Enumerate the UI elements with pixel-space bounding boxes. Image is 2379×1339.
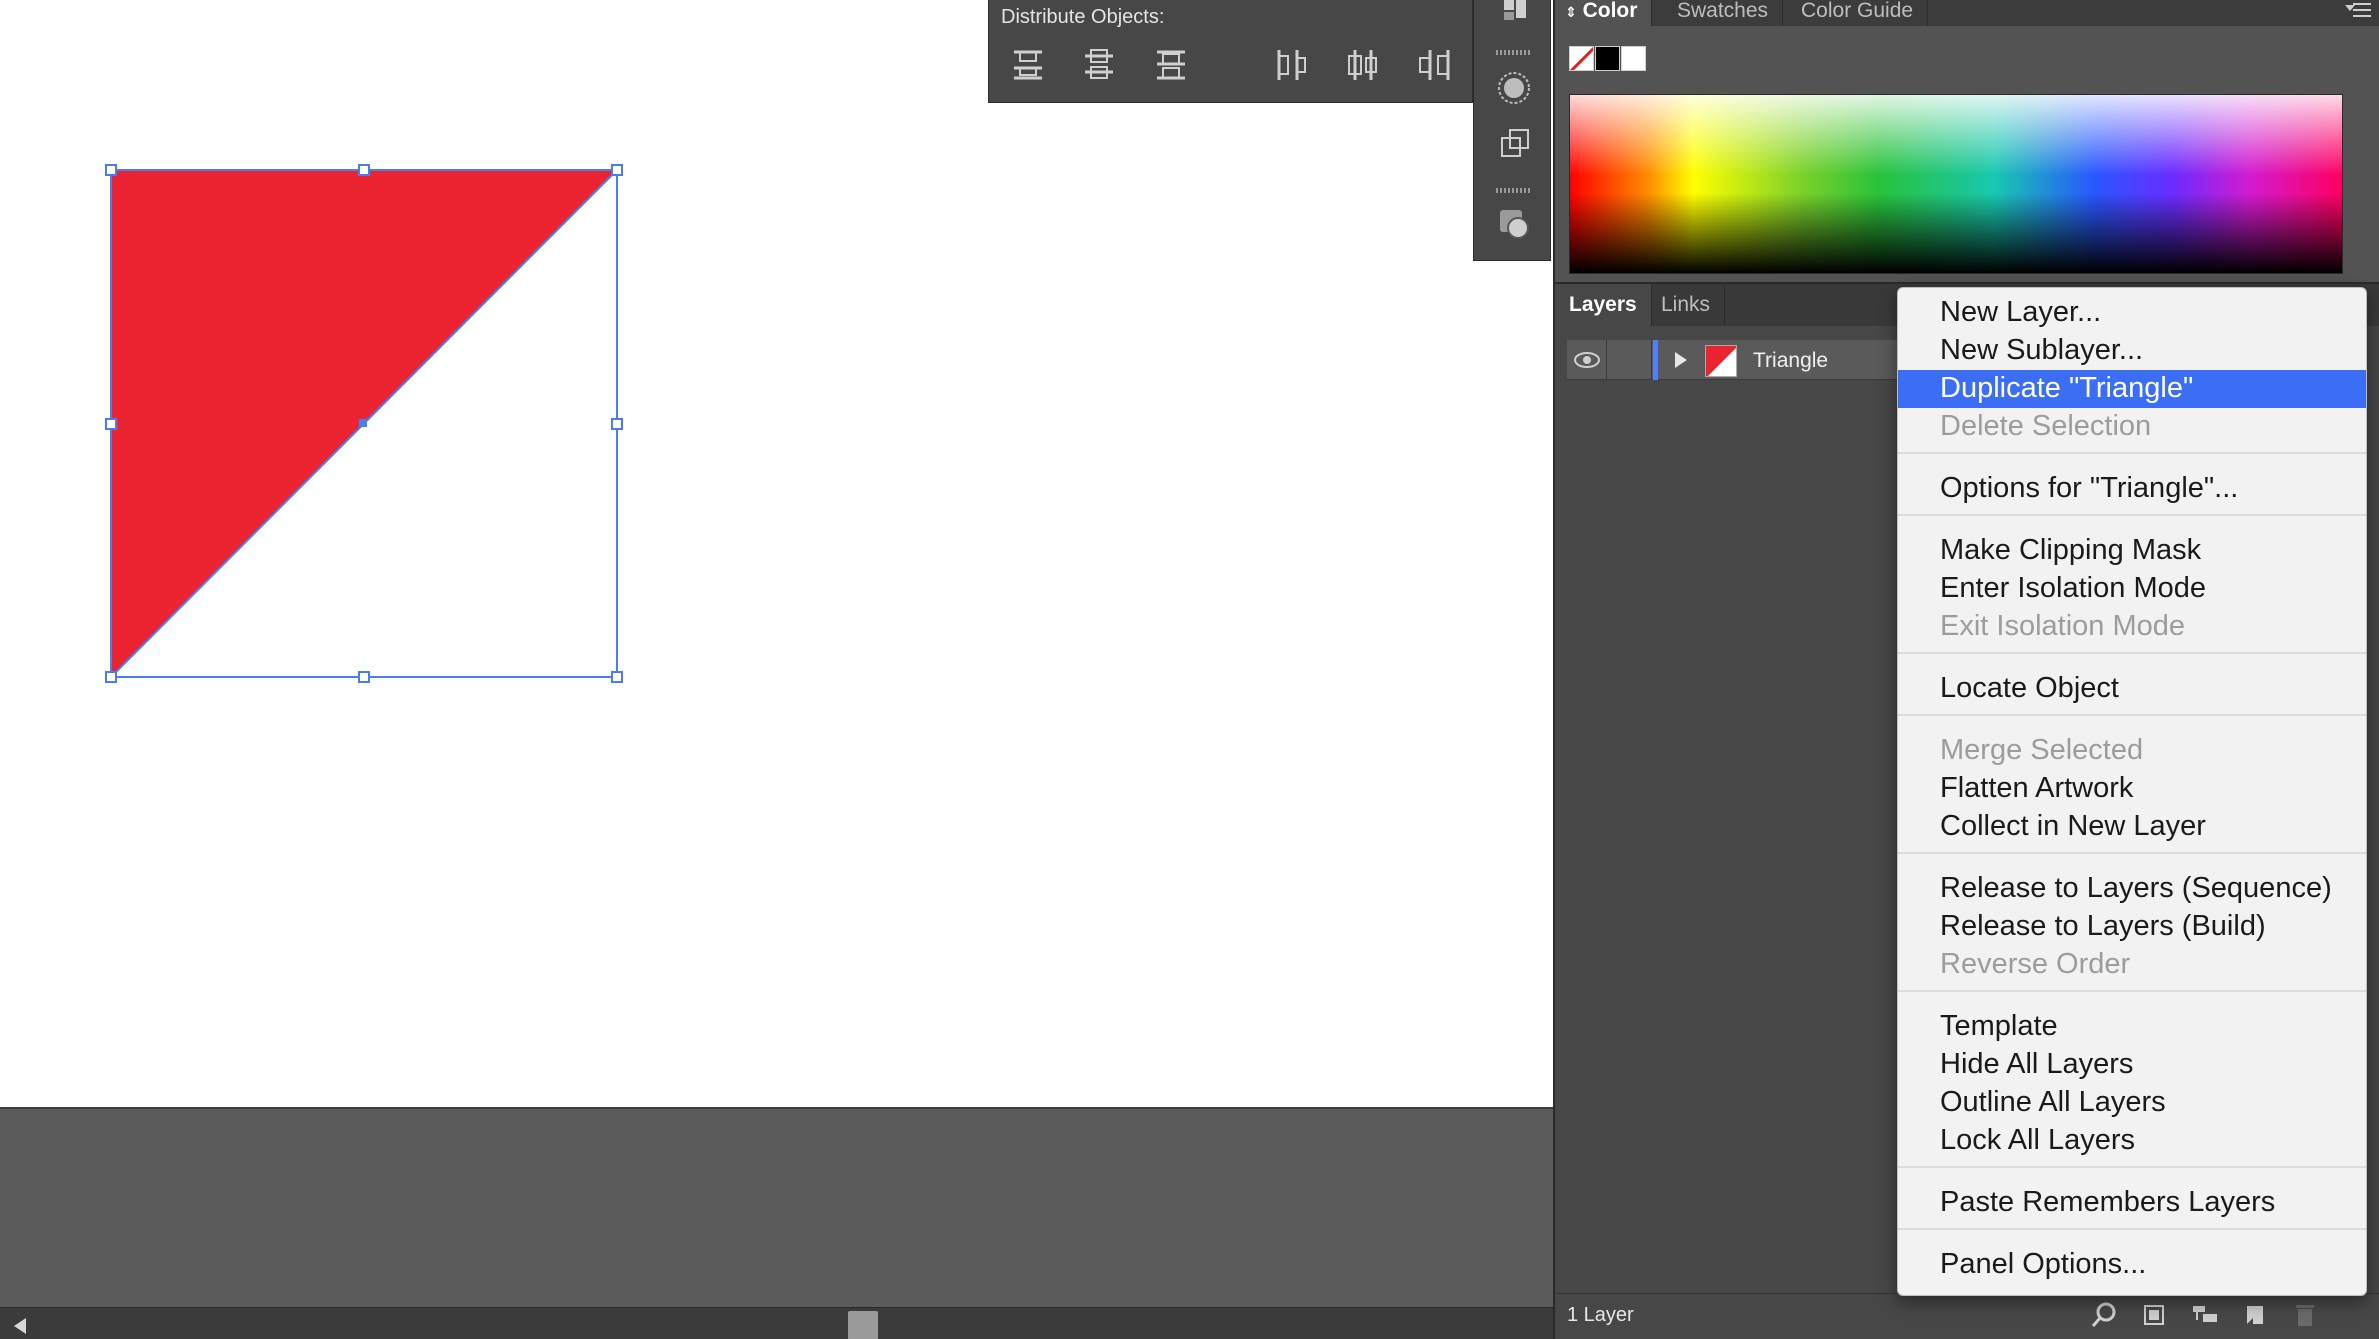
transform-icon[interactable] — [1494, 124, 1534, 164]
create-new-layer-icon[interactable] — [2239, 1300, 2271, 1330]
handle-top-center[interactable] — [358, 164, 370, 176]
handle-bottom-right[interactable] — [611, 671, 623, 683]
scrollbar-thumb[interactable] — [848, 1311, 878, 1339]
none-swatch[interactable] — [1569, 46, 1594, 71]
artwork-layer[interactable] — [0, 0, 1553, 1107]
menu-item[interactable]: Release to Layers (Build) — [1898, 908, 2366, 946]
menu-item[interactable]: Flatten Artwork — [1898, 770, 2366, 808]
handle-middle-right[interactable] — [611, 418, 623, 430]
horizontal-distribute-center-button[interactable] — [1339, 42, 1387, 88]
tab-color[interactable]: ⇕ Color — [1555, 0, 1653, 26]
menu-separator — [1898, 652, 2366, 654]
menu-item[interactable]: Paste Remembers Layers — [1898, 1184, 2366, 1222]
handle-middle-left[interactable] — [105, 418, 117, 430]
delete-selection-icon[interactable] — [2289, 1300, 2321, 1330]
menu-item[interactable]: Panel Options... — [1898, 1246, 2366, 1284]
layers-panel-flyout-menu: New Layer... New Sublayer... Duplicate "Tr… — [1897, 287, 2367, 1296]
panel-group-grip[interactable] — [1496, 50, 1532, 55]
menu-item[interactable]: Collect in New Layer — [1898, 808, 2366, 846]
panel-menu-icon[interactable] — [2345, 2, 2371, 18]
layers-panel-footer: 1 Layer — [1555, 1293, 2379, 1339]
expand-triangle-icon[interactable] — [1675, 352, 1687, 368]
create-sublayer-icon[interactable] — [2189, 1300, 2221, 1330]
handle-bottom-left[interactable] — [105, 671, 117, 683]
panel-group-grip-2[interactable] — [1496, 188, 1532, 193]
vertical-distribute-center-button[interactable] — [1075, 42, 1123, 88]
handle-top-left[interactable] — [105, 164, 117, 176]
menu-separator — [1898, 852, 2366, 854]
pasteboard[interactable] — [0, 1107, 1553, 1307]
distribute-objects-title: Distribute Objects: — [1001, 6, 1165, 28]
chevron-updown-icon: ⇕ — [1565, 4, 1577, 20]
vertical-distribute-top-button[interactable] — [1004, 42, 1052, 88]
horizontal-distribute-right-button[interactable] — [1410, 42, 1458, 88]
menu-separator — [1898, 452, 2366, 454]
menu-item[interactable]: Outline All Layers — [1898, 1084, 2366, 1122]
locate-object-icon[interactable] — [2089, 1300, 2121, 1330]
panel-icon-strip — [1473, 0, 1551, 261]
menu-item: Exit Isolation Mode — [1940, 610, 2186, 642]
vertical-distribute-bottom-icon — [1157, 50, 1185, 80]
menu-item: Reverse Order — [1940, 948, 2131, 980]
artboard[interactable] — [0, 0, 1553, 1107]
visibility-toggle[interactable] — [1567, 340, 1607, 380]
center-point — [359, 419, 367, 427]
vertical-distribute-top-icon — [1014, 50, 1042, 80]
tab-layers[interactable]: Layers — [1555, 284, 1652, 326]
menu-item[interactable]: Make Clipping Mask — [1898, 532, 2366, 570]
menu-separator — [1898, 1228, 2366, 1230]
scroll-left-icon[interactable] — [14, 1318, 26, 1334]
tab-color-guide[interactable]: Color Guide — [1787, 0, 1929, 26]
handle-bottom-center[interactable] — [358, 671, 370, 683]
menu-item[interactable]: Release to Layers (Sequence) — [1898, 870, 2366, 908]
make-clipping-mask-icon[interactable] — [2139, 1300, 2171, 1330]
horizontal-distribute-left-icon — [1277, 50, 1306, 80]
menu-item: Delete Selection — [1940, 410, 2152, 442]
color-panel: ⇕ Color Swatches Color Guide — [1555, 0, 2379, 282]
horizontal-distribute-left-button[interactable] — [1267, 42, 1315, 88]
eye-icon — [1574, 352, 1600, 368]
layer-thumbnail — [1705, 345, 1737, 377]
menu-item[interactable]: Hide All Layers — [1898, 1046, 2366, 1084]
graphic-styles-icon[interactable] — [1494, 204, 1534, 244]
menu-separator — [1898, 1166, 2366, 1168]
menu-item[interactable]: Duplicate "Triangle" — [1898, 370, 2366, 408]
menu-item[interactable]: Lock All Layers — [1898, 1122, 2366, 1160]
color-panel-tabbar: ⇕ Color Swatches Color Guide — [1555, 0, 2379, 26]
tab-swatches[interactable]: Swatches — [1663, 0, 1784, 26]
menu-item[interactable]: Enter Isolation Mode — [1898, 570, 2366, 608]
menu-item[interactable]: New Layer... — [1898, 294, 2366, 332]
appearance-icon[interactable] — [1494, 68, 1534, 108]
menu-separator — [1898, 514, 2366, 516]
vertical-distribute-bottom-button[interactable] — [1147, 42, 1195, 88]
menu-item[interactable]: Template — [1898, 1008, 2366, 1046]
layer-color-indicator — [1653, 340, 1658, 380]
horizontal-scrollbar[interactable] — [0, 1307, 1553, 1339]
menu-separator — [1898, 714, 2366, 716]
horizontal-distribute-right-icon — [1419, 50, 1450, 80]
menu-item[interactable]: Options for "Triangle"... — [1898, 470, 2366, 508]
black-swatch[interactable] — [1595, 46, 1620, 71]
artboards-icon[interactable] — [1494, 0, 1534, 40]
layer-name[interactable]: Triangle — [1753, 349, 1828, 373]
horizontal-distribute-center-icon — [1348, 50, 1377, 80]
vertical-distribute-center-icon — [1085, 49, 1113, 79]
menu-item[interactable]: New Sublayer... — [1898, 332, 2366, 370]
menu-separator — [1898, 990, 2366, 992]
tab-links[interactable]: Links — [1647, 284, 1726, 326]
menu-item[interactable]: Locate Object — [1898, 670, 2366, 708]
handle-top-right[interactable] — [611, 164, 623, 176]
distribute-objects-panel: Distribute Objects: — [988, 0, 1473, 103]
color-spectrum[interactable] — [1569, 94, 2343, 274]
layer-count: 1 Layer — [1567, 1304, 1634, 1326]
white-swatch[interactable] — [1621, 46, 1646, 71]
menu-item: Merge Selected — [1940, 734, 2144, 766]
lock-toggle[interactable] — [1608, 340, 1652, 380]
